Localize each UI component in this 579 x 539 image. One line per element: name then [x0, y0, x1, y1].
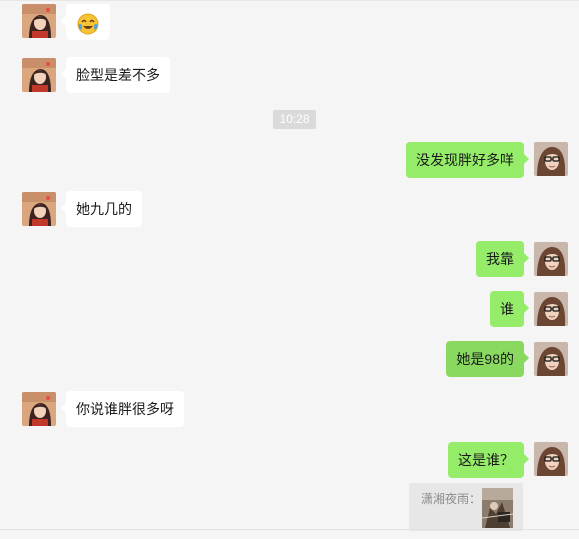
message-bubble-incoming[interactable]	[61, 4, 110, 40]
image-thumbnail-icon[interactable]	[482, 488, 513, 528]
message-text: 没发现胖好多咩	[416, 152, 514, 168]
message-text: 脸型是差不多	[76, 67, 160, 83]
quoted-sender-label: 潇湘夜雨：	[421, 492, 482, 506]
self-avatar-icon[interactable]	[534, 242, 568, 276]
message-text: 她是98的	[456, 351, 514, 367]
contact-avatar-icon[interactable]	[22, 4, 56, 38]
message-bubble-outgoing[interactable]: 这是谁？	[448, 442, 529, 478]
quoted-message[interactable]: 潇湘夜雨：	[409, 483, 523, 531]
message-bubble-outgoing[interactable]: 我靠	[476, 241, 529, 277]
contact-avatar-icon[interactable]	[22, 192, 56, 226]
self-avatar-icon[interactable]	[534, 342, 568, 376]
message-bubble-outgoing[interactable]: 谁	[490, 291, 529, 327]
message-text: 你说谁胖很多呀	[76, 401, 174, 417]
time-divider: 10:28	[273, 110, 316, 129]
chat-message-area[interactable]: 脸型是差不多 10:28 没发现胖好多咩 她九几的 我靠 谁 她是98的 你说谁…	[0, 0, 579, 539]
self-avatar-icon[interactable]	[534, 442, 568, 476]
self-avatar-icon[interactable]	[534, 142, 568, 176]
message-text: 我靠	[486, 251, 514, 267]
contact-avatar-icon[interactable]	[22, 392, 56, 426]
message-bubble-outgoing-selected[interactable]: 她是98的	[446, 341, 529, 377]
tears-of-joy-emoji-icon	[77, 12, 99, 35]
message-bubble-incoming[interactable]: 脸型是差不多	[61, 57, 170, 93]
input-area-divider	[0, 529, 579, 530]
message-text: 这是谁？	[458, 452, 514, 468]
self-avatar-icon[interactable]	[534, 292, 568, 326]
message-bubble-incoming[interactable]: 她九几的	[61, 191, 142, 227]
message-bubble-incoming[interactable]: 你说谁胖很多呀	[61, 391, 184, 427]
contact-avatar-icon[interactable]	[22, 58, 56, 92]
message-text: 她九几的	[76, 201, 132, 217]
message-text: 谁	[500, 301, 514, 317]
message-bubble-outgoing[interactable]: 没发现胖好多咩	[406, 142, 529, 178]
top-divider	[0, 0, 579, 1]
